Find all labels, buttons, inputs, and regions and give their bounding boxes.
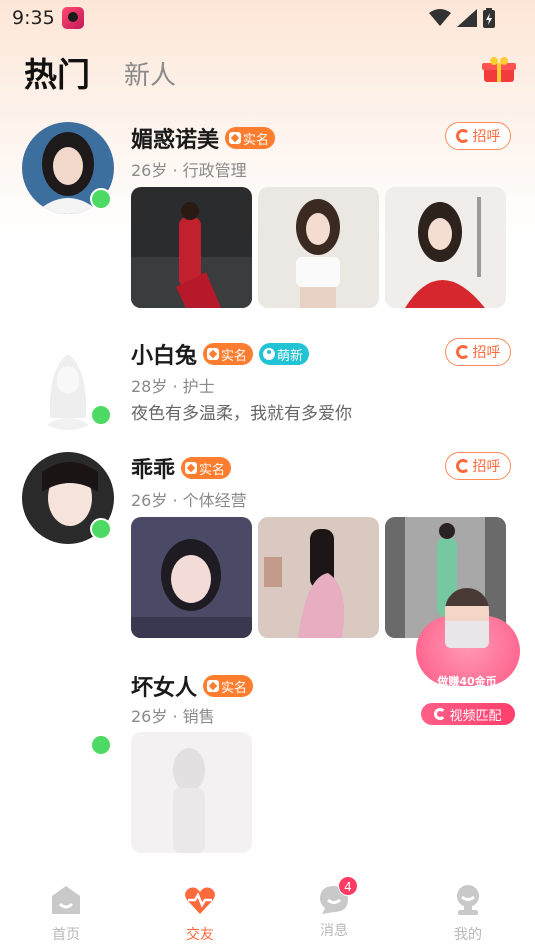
badge-label: 实名 — [199, 462, 226, 478]
person-icon — [263, 348, 276, 360]
verified-icon — [207, 348, 220, 360]
verified-badge: 实名 — [203, 343, 254, 365]
tab-new[interactable]: 新人 — [124, 55, 176, 92]
verified-icon — [185, 462, 198, 474]
verified-badge: 实名 — [181, 457, 232, 479]
avatar-wrap — [22, 670, 114, 762]
photo-row — [131, 732, 252, 853]
verified-badge: 实名 — [203, 675, 254, 697]
avatar-wrap — [22, 452, 114, 544]
heart-pulse-icon — [185, 887, 215, 914]
user-bio: 夜色有多温柔，我就有多爱你 — [131, 404, 352, 424]
user-meta: 26岁 · 个体经营 — [131, 491, 247, 510]
newcomer-badge: 萌新 — [259, 343, 310, 365]
online-status-dot — [90, 188, 112, 210]
user-meta: 28岁 · 护士 — [131, 377, 215, 396]
greet-label: 招呼 — [472, 129, 501, 145]
badge-label: 实名 — [221, 348, 248, 364]
user-meta: 26岁 · 行政管理 — [131, 161, 247, 180]
tab-hot[interactable]: 热门 — [24, 48, 90, 96]
user-photo[interactable] — [258, 187, 379, 308]
badge-label: 实名 — [221, 680, 248, 696]
user-name: 媚惑诺美 — [131, 128, 220, 153]
user-photo[interactable] — [131, 187, 252, 308]
status-time: 9:35 — [12, 7, 55, 29]
photo-row — [131, 187, 506, 308]
status-bar: 9:35 — [0, 0, 535, 36]
online-status-dot — [90, 518, 112, 540]
tab-label: 交友 — [186, 927, 214, 943]
name-row: 乖乖 实名 — [131, 452, 232, 484]
chat-icon-wrap: 4 — [318, 876, 358, 916]
online-status-dot — [90, 734, 112, 756]
tab-profile[interactable]: 我的 — [428, 884, 508, 944]
tab-friends[interactable]: 交友 — [160, 884, 240, 944]
verified-icon — [229, 132, 242, 144]
bottom-tab-bar: 首页 交友 4 消息 我的 — [0, 876, 535, 951]
name-row: 小白兔 实名 萌新 — [131, 338, 310, 370]
user-photo[interactable] — [385, 187, 506, 308]
verified-icon — [207, 680, 220, 692]
avatar-wrap — [22, 338, 114, 430]
user-photo[interactable] — [131, 732, 252, 853]
name-row: 坏女人 实名 — [131, 670, 254, 702]
badge-label: 萌新 — [277, 348, 304, 364]
online-status-dot — [90, 404, 112, 426]
verified-badge: 实名 — [225, 127, 276, 149]
user-name: 坏女人 — [131, 676, 198, 701]
greet-button[interactable]: 招呼 — [445, 452, 511, 480]
greet-icon — [455, 459, 470, 473]
greet-label: 招呼 — [472, 345, 501, 361]
app-notification-icon — [62, 7, 84, 29]
user-photo[interactable] — [131, 517, 252, 638]
user-name: 乖乖 — [131, 458, 176, 483]
profile-icon — [457, 885, 479, 915]
avatar-wrap — [22, 122, 114, 214]
tab-home[interactable]: 首页 — [26, 884, 106, 944]
tab-label: 首页 — [52, 927, 80, 943]
promo-text: 做赚40金币 — [437, 675, 497, 688]
unread-badge: 4 — [338, 876, 358, 896]
tab-label: 消息 — [320, 923, 348, 939]
badge-label: 实名 — [243, 132, 270, 148]
tab-messages[interactable]: 4 消息 — [294, 876, 374, 940]
battery-icon — [483, 8, 495, 28]
user-name: 小白兔 — [131, 344, 198, 369]
video-match-label: 视频匹配 — [449, 708, 502, 724]
video-match-button[interactable]: 视频匹配 — [420, 702, 516, 726]
greet-label: 招呼 — [472, 459, 501, 475]
user-meta: 26岁 · 销售 — [131, 707, 215, 726]
greet-icon — [455, 345, 470, 359]
tab-label: 我的 — [454, 927, 482, 943]
name-row: 媚惑诺美 实名 — [131, 122, 276, 154]
red-envelope-gift-icon[interactable] — [482, 56, 516, 84]
greet-button[interactable]: 招呼 — [445, 122, 511, 150]
greet-icon — [455, 129, 470, 143]
user-photo[interactable] — [258, 517, 379, 638]
status-indicators — [429, 8, 495, 28]
wifi-icon — [429, 9, 451, 26]
greet-button[interactable]: 招呼 — [445, 338, 511, 366]
promo-avatar — [445, 588, 489, 648]
video-match-promo[interactable]: 做赚40金币 视频匹配 — [412, 578, 522, 730]
home-icon — [52, 886, 80, 914]
signal-icon — [457, 9, 477, 27]
video-icon — [434, 708, 447, 720]
